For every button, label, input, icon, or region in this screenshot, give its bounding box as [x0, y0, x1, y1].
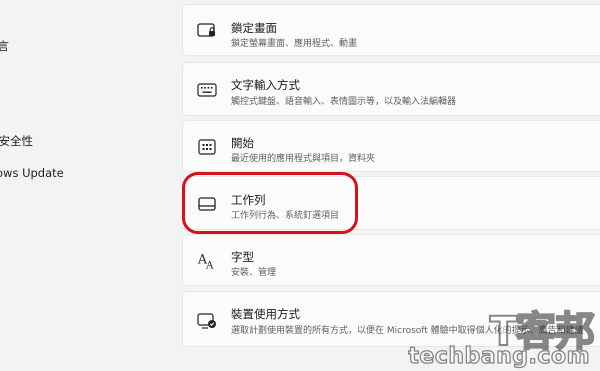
fonts-icon: AA	[197, 251, 217, 271]
setting-title: 字型	[231, 250, 254, 264]
sidebar-item-windows-update[interactable]: ows Update	[0, 166, 64, 180]
setting-title: 鎖定畫面	[231, 21, 277, 35]
sidebar: 語言 具 與安全性 ows Update	[0, 0, 178, 371]
setting-subtitle: 觸控式鍵盤、語音輸入、表情圖示等，以及輸入法編輯器	[231, 97, 457, 107]
setting-row-start[interactable]: 開始 最近使用的應用程式與項目，資料夾	[182, 120, 600, 172]
setting-row-fonts[interactable]: AA 字型 安裝、管理	[182, 234, 600, 286]
setting-row-lock-screen[interactable]: 鎖定畫面 鎖定螢幕畫面、應用程式、動畫	[182, 4, 600, 56]
keyboard-icon	[197, 80, 217, 100]
setting-subtitle: 最近使用的應用程式與項目，資料夾	[231, 154, 376, 164]
setting-subtitle: 安裝、管理	[231, 268, 277, 278]
taskbar-icon	[197, 194, 217, 214]
setting-title: 文字輸入方式	[231, 78, 300, 92]
sidebar-item-language[interactable]: 語言	[0, 38, 9, 54]
watermark: T客邦 techbang.com	[408, 297, 596, 371]
sidebar-item-security[interactable]: 與安全性	[0, 133, 33, 149]
setting-subtitle: 鎖定螢幕畫面、應用程式、動畫	[231, 39, 358, 49]
device-usage-icon	[197, 311, 217, 331]
lock-screen-icon	[197, 21, 217, 41]
setting-title: 工作列	[231, 193, 266, 207]
setting-title: 開始	[231, 136, 254, 150]
setting-row-taskbar[interactable]: 工作列 工作列行為、系統釘選項目	[182, 176, 600, 230]
start-menu-icon	[197, 137, 217, 157]
setting-title: 裝置使用方式	[231, 307, 300, 321]
watermark-site: techbang.com	[408, 343, 590, 369]
svg-text:A: A	[205, 260, 214, 271]
setting-row-text-input[interactable]: 文字輸入方式 觸控式鍵盤、語音輸入、表情圖示等，以及輸入法編輯器	[182, 62, 600, 116]
setting-subtitle: 工作列行為、系統釘選項目	[231, 211, 340, 221]
